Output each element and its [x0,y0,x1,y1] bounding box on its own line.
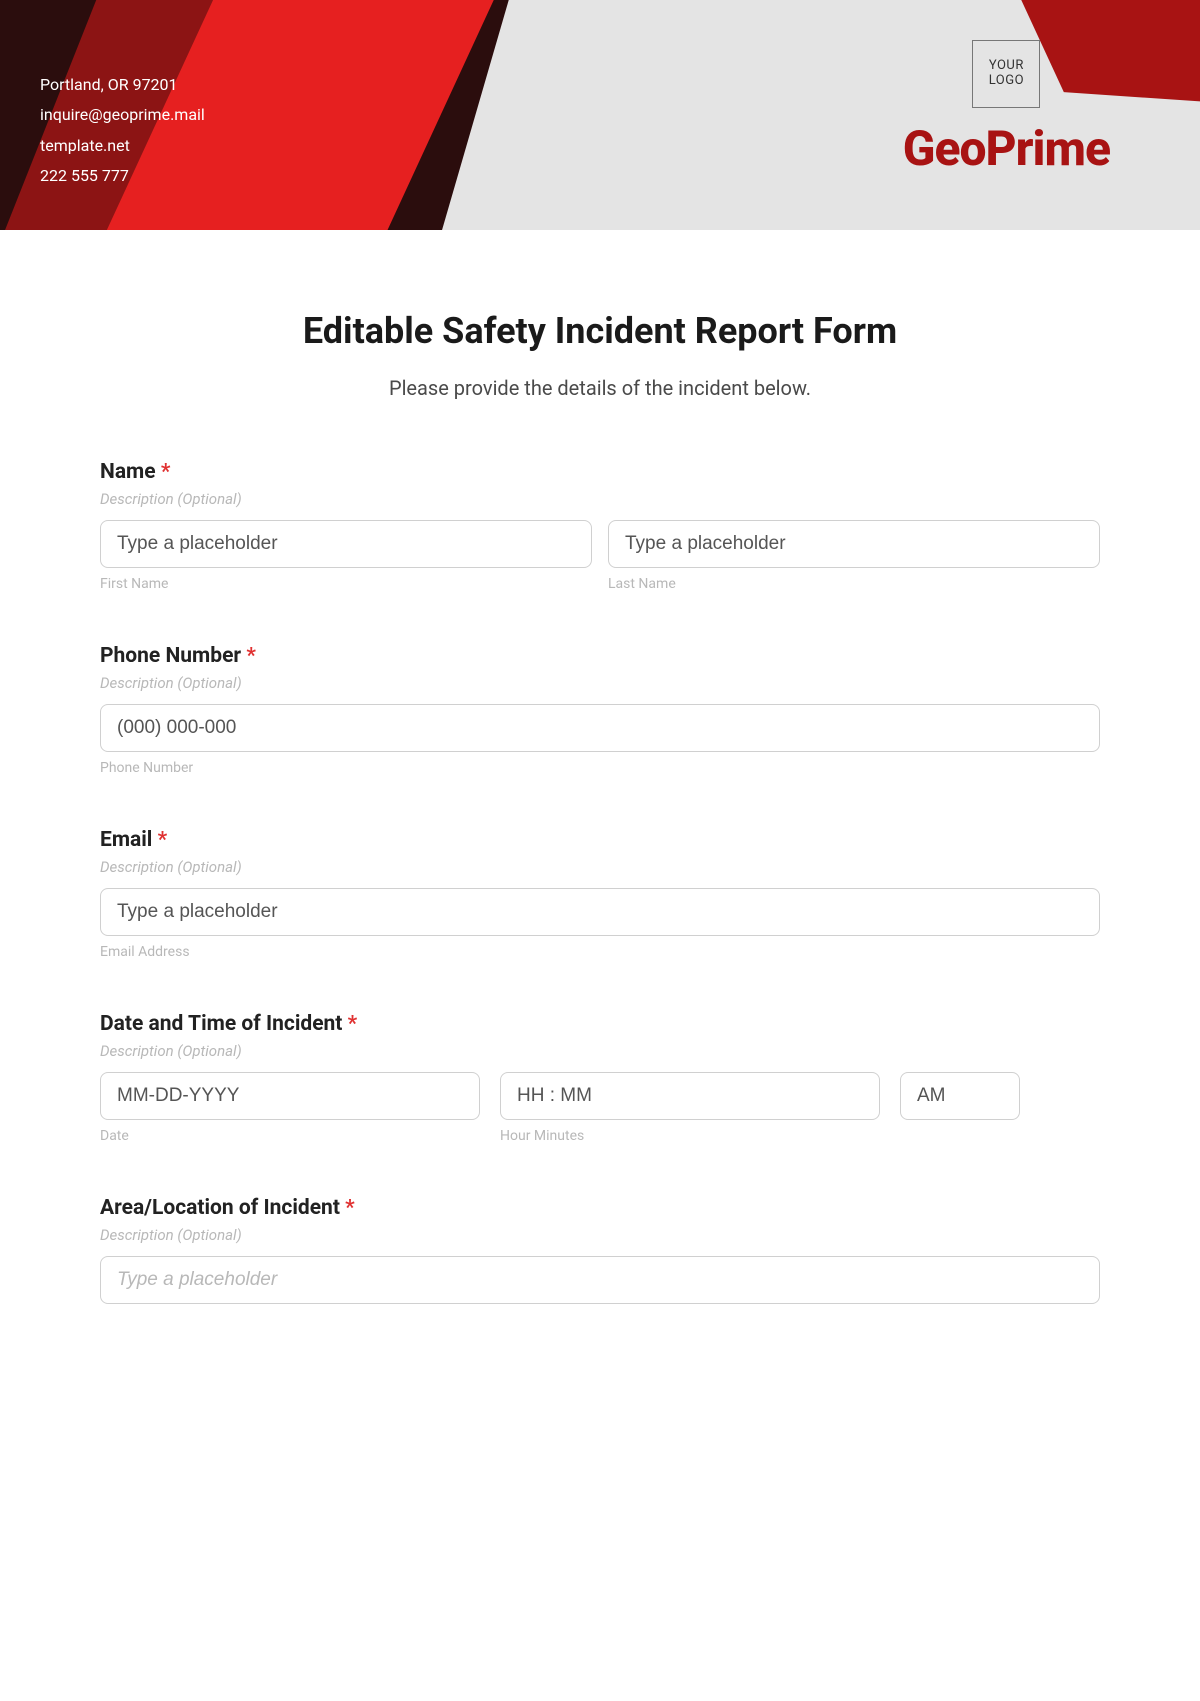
phone-desc: Description (Optional) [100,674,1100,692]
brand-name: GeoPrime [903,120,1110,177]
contact-line-phone: 222 555 777 [40,161,205,191]
phone-input[interactable] [100,704,1100,752]
required-asterisk: * [348,1012,358,1036]
phone-label-text: Phone Number [100,644,241,668]
email-label-text: Email [100,828,152,852]
area-input[interactable] [100,1256,1100,1304]
date-input[interactable] [100,1072,480,1120]
field-datetime: Date and Time of Incident * Description … [100,1012,1100,1144]
logo-line1: YOUR [989,59,1024,74]
ampm-input[interactable] [900,1072,1020,1120]
form-title: Editable Safety Incident Report Form [100,310,1100,352]
required-asterisk: * [158,828,168,852]
form-page: Editable Safety Incident Report Form Ple… [0,230,1200,1396]
time-input[interactable] [500,1072,880,1120]
area-label-text: Area/Location of Incident [100,1196,340,1220]
datetime-desc: Description (Optional) [100,1042,1100,1060]
form-subtitle: Please provide the details of the incide… [100,376,1100,400]
datetime-label: Date and Time of Incident * [100,1012,1100,1036]
contact-line-email: inquire@geoprime.mail [40,100,205,130]
last-name-input[interactable] [608,520,1100,568]
phone-label: Phone Number * [100,644,1100,668]
field-phone: Phone Number * Description (Optional) Ph… [100,644,1100,776]
contact-line-address: Portland, OR 97201 [40,70,205,100]
required-asterisk: * [246,644,256,668]
name-desc: Description (Optional) [100,490,1100,508]
header-banner: Portland, OR 97201 inquire@geoprime.mail… [0,0,1200,230]
name-label-text: Name [100,460,156,484]
area-label: Area/Location of Incident * [100,1196,1100,1220]
field-name: Name * Description (Optional) First Name… [100,460,1100,592]
last-name-sublabel: Last Name [608,576,1100,592]
phone-sublabel: Phone Number [100,760,1100,776]
logo-line2: LOGO [989,74,1024,89]
contact-info: Portland, OR 97201 inquire@geoprime.mail… [40,40,205,192]
email-desc: Description (Optional) [100,858,1100,876]
field-area: Area/Location of Incident * Description … [100,1196,1100,1304]
time-sublabel: Hour Minutes [500,1128,880,1144]
contact-line-site: template.net [40,131,205,161]
name-label: Name * [100,460,1100,484]
required-asterisk: * [161,460,171,484]
logo-placeholder: YOUR LOGO [972,40,1040,108]
brand-block: YOUR LOGO GeoPrime [903,40,1110,177]
email-input[interactable] [100,888,1100,936]
email-sublabel: Email Address [100,944,1100,960]
email-label: Email * [100,828,1100,852]
datetime-label-text: Date and Time of Incident [100,1012,342,1036]
area-desc: Description (Optional) [100,1226,1100,1244]
first-name-sublabel: First Name [100,576,592,592]
required-asterisk: * [345,1196,355,1220]
first-name-input[interactable] [100,520,592,568]
field-email: Email * Description (Optional) Email Add… [100,828,1100,960]
date-sublabel: Date [100,1128,480,1144]
